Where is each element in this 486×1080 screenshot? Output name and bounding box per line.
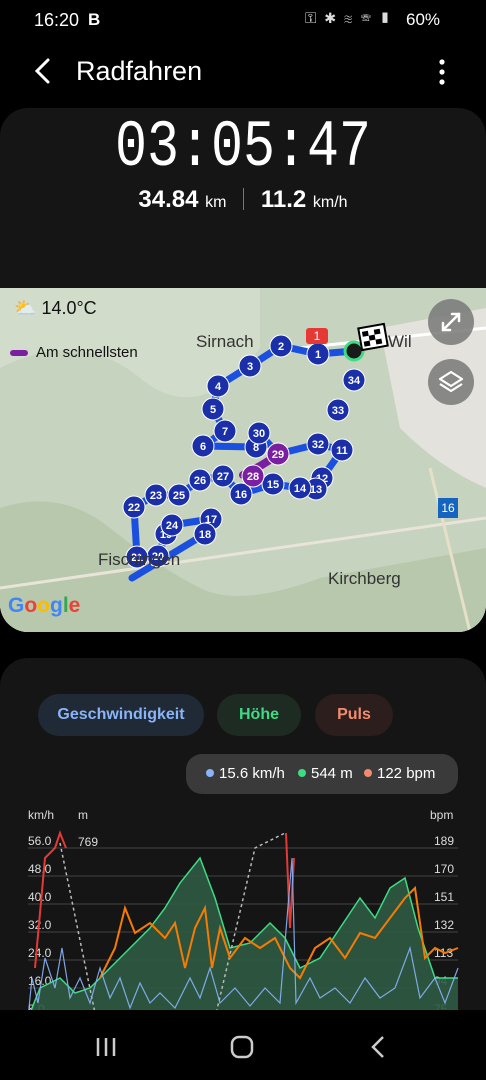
more-options-icon[interactable]	[430, 56, 454, 88]
tooltip-speed: 15.6 km/h	[206, 765, 285, 782]
tooltip-heart-rate: 122 bpm	[364, 765, 435, 782]
speed-unit: km/h	[312, 194, 348, 211]
route-marker-label: 14	[294, 483, 307, 495]
route-marker-label: 29	[272, 449, 284, 461]
status-icons: ⚿ ✱ ≋ ☏ ▮	[305, 10, 393, 27]
page-title: Radfahren	[76, 56, 203, 86]
cloud-sun-icon: ⛅	[14, 298, 37, 318]
back-arrow-icon[interactable]	[28, 56, 58, 86]
battery-level: 60%	[406, 10, 441, 29]
route-marker-label: 30	[253, 428, 265, 440]
route-marker-label: 16	[235, 489, 247, 501]
app-bar: Radfahren	[0, 44, 486, 100]
status-indicator: B	[88, 10, 101, 29]
route-marker-label: 11	[336, 445, 348, 457]
route-marker-label: 15	[267, 479, 279, 491]
route-marker-label: 2	[278, 341, 284, 353]
route-marker-label: 5	[210, 404, 216, 416]
route-marker-label: 24	[166, 520, 179, 532]
activity-chart[interactable]	[0, 828, 486, 1018]
route-map[interactable]: 1 2 3 4 5 6 7 8 11 12 13 14 15 16 17 18 19 20 21 22 23 24 25 26…	[0, 288, 486, 632]
home-icon[interactable]	[229, 1034, 255, 1060]
road-badge: 16	[438, 498, 458, 518]
middle-axis-unit: m	[78, 808, 88, 822]
chart-tooltip: 15.6 km/h 544 m 122 bpm	[186, 754, 458, 794]
route-marker-label: 32	[312, 439, 324, 451]
route-marker-label: 25	[173, 490, 185, 502]
fastest-swatch	[10, 350, 28, 357]
back-nav-icon[interactable]	[368, 1034, 388, 1060]
place-label: Sirnach	[196, 332, 254, 351]
tab-speed[interactable]: Geschwindigkeit	[38, 694, 204, 736]
route-marker-label: 22	[128, 502, 140, 514]
recent-apps-icon[interactable]	[94, 1036, 118, 1058]
map-layers-button[interactable]	[428, 359, 474, 405]
route-marker-label: 3	[247, 361, 253, 373]
expand-icon	[441, 312, 461, 332]
route-marker-label: 33	[332, 405, 344, 417]
status-bar: 16:20 B ⚿ ✱ ≋ ☏ ▮ 60%	[0, 0, 486, 44]
place-label: Kirchberg	[328, 569, 401, 588]
right-axis-unit: bpm	[430, 808, 454, 822]
distance-value: 34.84	[138, 186, 199, 213]
route-marker-label: 28	[247, 471, 259, 483]
left-axis-unit: km/h	[28, 808, 55, 822]
expand-map-button[interactable]	[428, 299, 474, 345]
duration-display: 03:05:47	[115, 110, 371, 180]
place-label: Wil	[388, 332, 412, 351]
route-marker-label: 7	[222, 426, 228, 438]
legend-fastest: Am schnellsten	[10, 344, 138, 361]
weather-row: ⛅ 14.0°C	[14, 298, 97, 319]
distance-speed-row: 34.84 km 11.2 km/h	[0, 186, 486, 214]
route-marker-label: 26	[194, 475, 206, 487]
route-marker-label: 18	[199, 529, 211, 541]
system-nav-bar	[0, 1010, 486, 1080]
status-time: 16:20	[34, 10, 80, 30]
google-logo: Google	[8, 594, 81, 617]
distance-unit: km	[205, 194, 227, 211]
tooltip-altitude: 544 m	[298, 765, 353, 782]
layers-icon	[438, 370, 464, 393]
route-marker-label: 23	[150, 490, 162, 502]
legend-fastest-label: Am schnellsten	[36, 344, 138, 361]
route-marker-label: 13	[310, 484, 322, 496]
route-marker-label: 6	[200, 441, 206, 453]
route-marker-label: 27	[217, 471, 229, 483]
tab-heart-rate[interactable]: Puls	[315, 694, 393, 736]
speed-value: 11.2	[260, 186, 307, 213]
tab-altitude[interactable]: Höhe	[217, 694, 301, 736]
road-badge: 1	[306, 328, 328, 344]
temperature: 14.0°C	[41, 298, 97, 318]
duration-value: 03:05:47	[115, 110, 371, 180]
divider	[243, 188, 245, 210]
place-label: Fischingen	[98, 550, 181, 569]
workout-summary-card: 03:05:47 34.84 km 11.2 km/h 1 2 3 4 5 6 7 8 11 12…	[0, 108, 486, 632]
route-marker-label: 34	[348, 375, 361, 387]
route-marker-label: 4	[215, 381, 222, 393]
route-marker-label: 1	[315, 349, 321, 361]
